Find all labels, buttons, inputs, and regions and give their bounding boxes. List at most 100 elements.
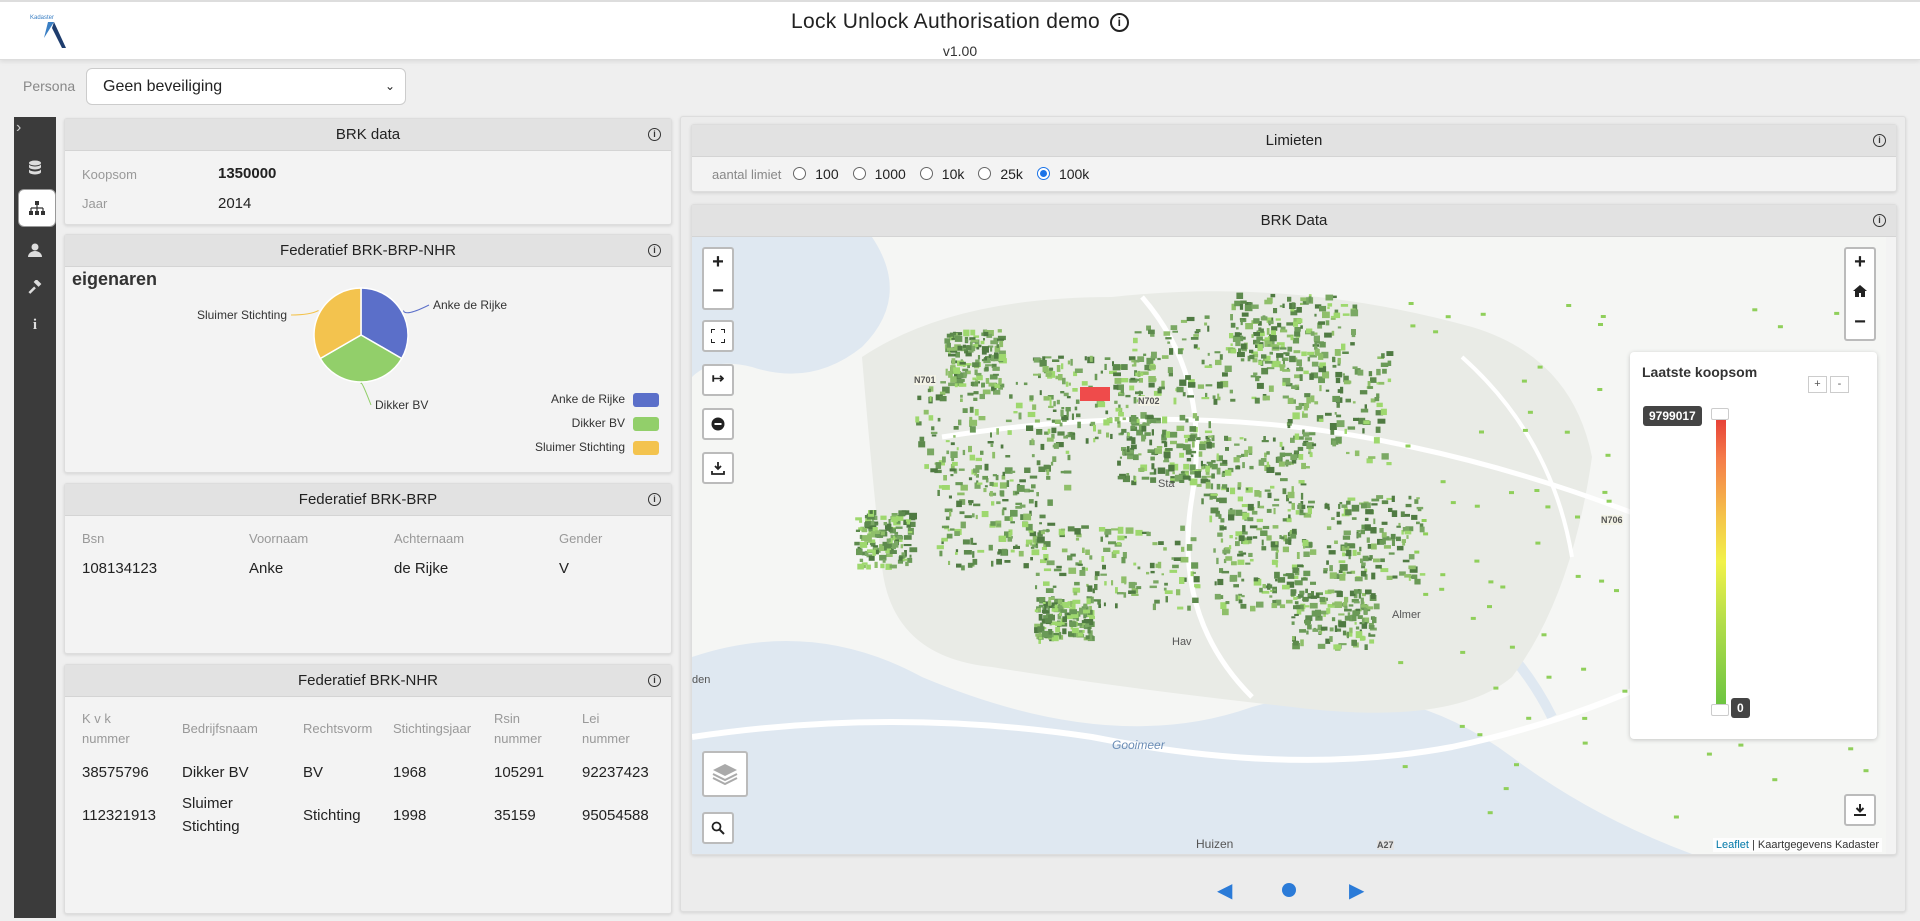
persona-label: Persona (23, 78, 76, 94)
limieten-panel: Limieten i aantal limiet 100 1000 10k 25k 100… (691, 124, 1897, 192)
road-label: N706 (1601, 515, 1623, 525)
export-button[interactable] (1844, 794, 1876, 826)
legend-item[interactable]: Dikker BV (572, 416, 659, 431)
table-cell: BV (303, 764, 324, 781)
place-label: Huizen (1196, 837, 1234, 851)
table-cell: 108134123 (82, 560, 158, 577)
fed-brk-brp-panel: Federatief BRK-BRP i Bsn Voornaam Achtern… (64, 483, 672, 654)
persona-select[interactable]: Geen beveiliging ⌄ (86, 68, 406, 105)
info-icon[interactable]: i (648, 674, 661, 687)
layers-button[interactable] (702, 751, 748, 797)
info-icon[interactable]: i (1873, 134, 1886, 147)
table-cell: 35159 (494, 807, 536, 824)
legend-label: Anke de Rijke (550, 392, 625, 406)
user-icon[interactable] (18, 233, 52, 267)
limit-option[interactable]: 100k (1036, 166, 1089, 182)
panel-title: BRK Data i (692, 205, 1896, 237)
download-icon (711, 462, 725, 475)
column-header: Rsin nummer (494, 711, 542, 746)
leaflet-link[interactable]: Leaflet (1716, 839, 1749, 851)
table-cell: V (559, 560, 570, 577)
gavel-icon[interactable] (18, 270, 52, 304)
panel-title: BRK data i (65, 119, 671, 151)
column-header: Stichtingsjaar (393, 721, 472, 736)
search-button[interactable] (702, 812, 734, 844)
zoom-in-button[interactable]: + (1844, 247, 1876, 279)
legend-swatch (633, 416, 659, 431)
panel-title: Federatief BRK-BRP-NHR i (65, 235, 671, 267)
info-icon[interactable]: i (648, 244, 661, 257)
table-cell: Sluimer Stichting (182, 795, 240, 835)
max-value-tag: 9799017 (1643, 406, 1702, 426)
fullscreen-button[interactable] (702, 320, 734, 352)
color-gradient-bar (1716, 414, 1726, 710)
range-handle-bottom[interactable] (1711, 704, 1729, 716)
info-icon[interactable]: i (648, 493, 661, 506)
map-view[interactable]: N701 N702 N706 A27 Gooimeer Huizen den A… (692, 237, 1886, 854)
place-label: Hav (1172, 636, 1192, 648)
database-icon[interactable] (18, 151, 52, 185)
table-cell: Dikker BV (182, 764, 249, 781)
column-header: K v k nummer (82, 711, 130, 746)
app-header: Kadaster Lock Unlock Authorisation demo i… (0, 0, 1920, 60)
limit-option[interactable]: 25k (978, 166, 1023, 182)
legend-swatch (633, 440, 659, 455)
column-header: Rechtsvorm (303, 721, 373, 736)
table-cell: 95054588 (582, 807, 649, 824)
place-label: den (692, 674, 711, 686)
limit-option[interactable]: 10k (919, 166, 964, 182)
page-indicator-dot[interactable] (1282, 883, 1296, 897)
next-arrow-icon[interactable]: ▶ (1349, 878, 1364, 903)
table-cell: 105291 (494, 764, 545, 781)
panel-title: Limieten i (692, 125, 1896, 157)
info-icon[interactable]: i (1110, 12, 1129, 32)
legend-item[interactable]: Sluimer Stichting (535, 440, 659, 455)
clear-button[interactable] (702, 408, 734, 440)
previous-arrow-icon[interactable]: ◀ (1217, 878, 1232, 903)
column-header: Lei nummer (582, 711, 630, 746)
koopsom-value: 1350000 (218, 165, 277, 182)
pie-label: Anke de Rijke (433, 298, 507, 312)
table-cell: Anke (249, 560, 284, 577)
zoom-out-button[interactable]: − (1844, 309, 1876, 341)
info-icon[interactable]: i (18, 308, 52, 342)
home-button[interactable] (1844, 278, 1876, 310)
column-header: Achternaam (394, 531, 465, 546)
limit-option[interactable]: 100 (793, 166, 839, 182)
legend-collapse-button[interactable]: - (1830, 376, 1849, 393)
table-cell: 112321913 (82, 807, 156, 824)
legend-expand-button[interactable]: + (1808, 376, 1827, 393)
table-cell: 92237423 (582, 764, 649, 781)
measure-button[interactable]: ↦ (702, 364, 734, 396)
radio-button (852, 167, 866, 180)
zoom-out-button[interactable]: − (702, 278, 734, 310)
icon-sidebar: › i (14, 117, 56, 918)
legend-item[interactable]: Anke de Rijke (551, 392, 659, 407)
road-label: N702 (1138, 396, 1160, 406)
sitemap-icon[interactable] (18, 189, 56, 227)
info-icon[interactable]: i (1873, 214, 1886, 227)
column-header: Bedrijfsnaam (182, 721, 258, 736)
zoom-in-button[interactable]: + (702, 247, 734, 279)
range-handle-top[interactable] (1711, 408, 1729, 420)
info-icon[interactable]: i (648, 128, 661, 141)
pie-label-line (360, 382, 372, 406)
pie-chart: Anke de Rijke Dikker BV Sluimer Stichting (197, 287, 507, 412)
table-cell: de Rijke (394, 560, 449, 577)
table-cell: 1998 (393, 807, 427, 824)
fed-brk-brp-nhr-panel: Federatief BRK-BRP-NHR i eigenaren Anke d… (64, 234, 672, 473)
pie-label: Dikker BV (375, 398, 428, 412)
layers-icon (712, 764, 738, 786)
limit-option[interactable]: 1000 (852, 166, 906, 182)
expand-chevron-icon[interactable]: › (16, 119, 21, 137)
app-version: v1.00 (942, 43, 978, 59)
road-label: N701 (914, 375, 936, 385)
table-cell: 38575796 (82, 764, 149, 781)
fullscreen-icon (710, 328, 726, 344)
home-icon (1853, 285, 1867, 297)
legend-title: Laatste koopsom (1642, 364, 1758, 380)
pie-label: Sluimer Stichting (197, 308, 287, 322)
radio-button (919, 167, 933, 180)
download-button[interactable] (702, 452, 734, 484)
download-icon (1854, 804, 1866, 816)
